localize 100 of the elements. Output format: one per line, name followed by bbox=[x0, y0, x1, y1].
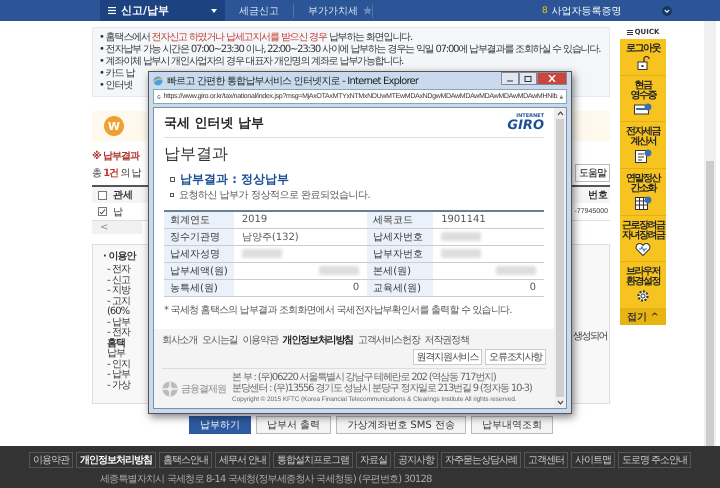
bullet-icon bbox=[170, 193, 174, 197]
footer-link[interactable]: 고객센터 bbox=[524, 452, 568, 468]
info-text: - 인지 bbox=[106, 360, 131, 370]
status-title: 납부결과 : 정상납부 bbox=[180, 171, 290, 188]
page-heading: 국세 인터넷 납부 bbox=[164, 114, 264, 132]
info-text: - 가상 bbox=[106, 380, 132, 391]
status-message: 요청하신 납부가 정상적으로 완료되었습니다. bbox=[179, 189, 370, 202]
checkbox[interactable] bbox=[98, 207, 107, 216]
field-label: 납부세액(원) bbox=[164, 262, 234, 279]
quick-menu-link[interactable]: 근로장려금 자녀장려금 bbox=[622, 221, 664, 241]
breadcrumb-link[interactable]: 세금신고 bbox=[225, 4, 294, 18]
table-cell-text: 납 bbox=[113, 206, 123, 218]
footer-link[interactable]: 자주묻는상담사례 bbox=[441, 452, 521, 468]
info-text: - 납부 bbox=[106, 318, 132, 328]
field-value: 1901141 bbox=[441, 214, 486, 226]
checkbox[interactable] bbox=[98, 190, 107, 200]
field-value: 0 bbox=[352, 282, 360, 293]
kftc-logo-icon bbox=[162, 380, 178, 396]
maximize-icon bbox=[524, 76, 532, 82]
column-header: 관세 bbox=[113, 189, 133, 202]
info-text: - 지방 bbox=[106, 286, 132, 296]
menu-icon bbox=[108, 7, 116, 14]
info-title: · 이용안 bbox=[103, 251, 137, 263]
notice-text: • 계좌이체 납부시 개인사업자의 경우 대표자 개인명의 계좌로 납부가능합니다. bbox=[99, 56, 404, 68]
field-value: 2019 bbox=[242, 214, 268, 226]
close-button[interactable] bbox=[537, 72, 567, 85]
field-label: 세목코드 bbox=[367, 211, 434, 228]
collapse-button[interactable]: 접기 ^ bbox=[620, 309, 666, 325]
footer-link[interactable]: 고객서비스헌장 bbox=[358, 333, 420, 347]
scroll-down-icon[interactable] bbox=[556, 400, 564, 405]
quick-menu-link[interactable]: 전자세금 계산서 bbox=[626, 127, 660, 147]
padlock-icon[interactable] bbox=[635, 56, 651, 70]
address-text: 본 부 : (우)06220 서울특별시 강남구 테헤란로 202 (역삼동 717번지) bbox=[232, 372, 497, 383]
address-text: 분당센터 : (우)13556 경기도 성남시 분당구 정자일로 213번길 9 (정자동 10-3) bbox=[232, 383, 532, 394]
footer-link[interactable]: 도로명 주소안내 bbox=[618, 452, 692, 468]
action-button[interactable]: 가상계좌번호 SMS 전송 bbox=[336, 416, 466, 434]
settings-icon[interactable] bbox=[636, 289, 650, 303]
section-title: ※ 납부결과 bbox=[92, 150, 140, 163]
action-button[interactable]: 납부내역조회 bbox=[470, 416, 553, 434]
quick-menu-link[interactable]: 현금 영수증 bbox=[630, 81, 656, 101]
footer-link[interactable]: 회사소개 bbox=[162, 333, 198, 347]
note-text: * 국세청 홈택스의 납부결과 조회화면에서 국세전자납부확인서를 출력할 수 있습니다. bbox=[164, 304, 513, 316]
footer-address: 세종특별자치시 국세청로 8-14 국세청(정부세종청사 국세청동) (우편번호) 30128 bbox=[100, 473, 432, 486]
shortcut-number: 8 bbox=[542, 6, 548, 16]
menu-dropdown[interactable]: 신고/납부 bbox=[100, 0, 225, 21]
shortcut-link[interactable]: 사업자등록증명 bbox=[552, 4, 622, 18]
info-text: - 전자 bbox=[106, 265, 132, 276]
action-button[interactable]: 납부서 출력 bbox=[256, 416, 332, 434]
field-label: 납세자성명 bbox=[164, 245, 234, 262]
bullet-icon bbox=[170, 177, 175, 182]
scrollbar[interactable] bbox=[704, 21, 716, 446]
chevron-down-icon[interactable] bbox=[662, 6, 672, 16]
scroll-up-icon[interactable] bbox=[556, 111, 564, 116]
caret-icon bbox=[211, 8, 217, 12]
footer-link[interactable]: 저작권정책 bbox=[424, 333, 469, 347]
info-text: 홈택 bbox=[106, 338, 125, 348]
table-icon[interactable] bbox=[634, 196, 652, 210]
help-button[interactable]: 도움말 bbox=[575, 164, 610, 182]
window-title: 빠르고 간편한 통합납부서비스 인터넷지로 - Internet Explorer bbox=[167, 74, 418, 88]
footer-link[interactable]: 이용약관 bbox=[28, 452, 73, 468]
w-logo-icon: W bbox=[104, 116, 124, 136]
browser-icon bbox=[153, 76, 163, 86]
menu-icon bbox=[626, 30, 633, 34]
footer-link[interactable]: 세무서 안내 bbox=[214, 452, 270, 468]
maximize-button[interactable] bbox=[519, 72, 537, 85]
site-icon bbox=[157, 92, 161, 100]
footer-button[interactable]: 원격지원서비스 bbox=[412, 349, 482, 365]
footer-link[interactable]: 통합설치프로그램 bbox=[273, 452, 353, 468]
action-button[interactable]: 납부하기 bbox=[189, 416, 252, 434]
quick-menu-link[interactable]: 브라우저 환경설정 bbox=[626, 267, 660, 287]
info-text: - 전자 bbox=[106, 328, 132, 338]
scrollbar[interactable] bbox=[554, 108, 566, 408]
footer-link[interactable]: 개인정보처리방침 bbox=[282, 333, 354, 347]
notice-text: • 홈택스에서 전자신고 하였거나 납세고지서를 받으신 경우 납부하는 화면입니다. bbox=[99, 32, 412, 44]
lock-icon bbox=[560, 92, 563, 100]
footer-link[interactable]: 자료실 bbox=[356, 452, 391, 468]
info-text: 납부 bbox=[106, 349, 126, 360]
card-icon[interactable] bbox=[634, 103, 652, 116]
info-text: - 고지 bbox=[106, 296, 131, 306]
close-icon bbox=[548, 75, 556, 82]
field-label: 징수기관명 bbox=[164, 228, 234, 245]
footer-link[interactable]: 사이트맵 bbox=[571, 452, 615, 468]
footer-link[interactable]: 이용약관 bbox=[242, 333, 278, 347]
heart-icon[interactable] bbox=[635, 243, 651, 256]
field-label: 교육세(원) bbox=[367, 279, 434, 296]
page-title: 납부결과 bbox=[164, 144, 229, 165]
footer-link[interactable]: 공지사항 bbox=[394, 452, 438, 468]
quick-menu-link[interactable]: 연말정산 간소화 bbox=[626, 174, 660, 194]
footer-link[interactable]: 오시는길 bbox=[202, 333, 238, 347]
field-label: 농특세(원) bbox=[164, 279, 234, 296]
document-icon[interactable] bbox=[634, 149, 652, 163]
quick-menu-link[interactable]: 로그아웃 bbox=[626, 44, 660, 54]
field-label: 납세자번호 bbox=[367, 228, 434, 245]
notice-text: • 전자납부 가능 시간은 07:00~23:30 이나, 22:00~23:30 사이에 납부하는 경우는 익일 07:00에 납부결과를 조회하실 수 있습니다. bbox=[99, 44, 600, 56]
footer-link[interactable]: 홈택스안내 bbox=[158, 452, 212, 468]
notice-text: • 인터넷 bbox=[99, 80, 132, 92]
footer-button[interactable]: 오류조치사항 bbox=[485, 349, 546, 365]
star-icon[interactable] bbox=[363, 6, 372, 15]
footer-link[interactable]: 개인정보처리방침 bbox=[76, 452, 156, 468]
minimize-button[interactable] bbox=[501, 72, 519, 85]
